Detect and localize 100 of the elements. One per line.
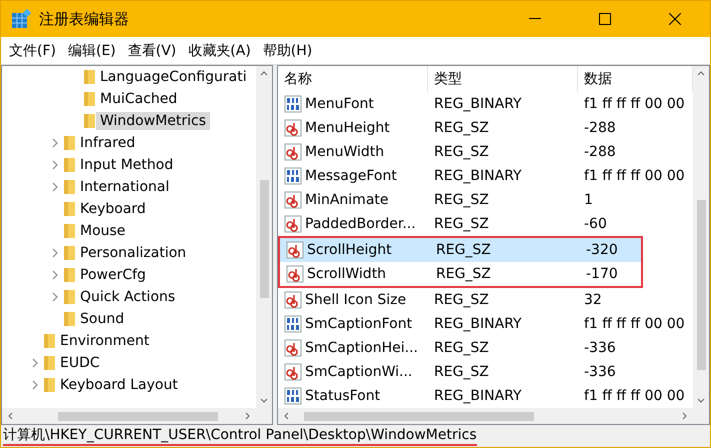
folder-icon bbox=[62, 157, 76, 173]
string-value-icon bbox=[286, 265, 304, 283]
string-value-icon bbox=[286, 241, 304, 259]
tree-item[interactable]: MuiCached bbox=[96, 90, 182, 108]
binary-value-icon bbox=[284, 95, 302, 113]
registry-value-row[interactable]: ScrollWidth REG_SZ -170 bbox=[280, 262, 641, 286]
registry-value-row[interactable]: PaddedBorder... REG_SZ -60 bbox=[278, 212, 693, 236]
value-name: ScrollWidth bbox=[280, 265, 430, 283]
registry-value-row[interactable]: SmCaptionFont REG_BINARY f1 ff ff ff 00 00 bbox=[278, 312, 693, 336]
string-value-icon bbox=[284, 363, 302, 381]
value-name: MessageFont bbox=[278, 167, 428, 185]
menu-item[interactable]: 文件(F) bbox=[5, 42, 64, 60]
tree-item[interactable]: Keyboard Layout bbox=[56, 376, 182, 394]
chevron-icon[interactable] bbox=[51, 248, 59, 258]
value-data: -170 bbox=[585, 266, 619, 282]
value-data: 1 bbox=[583, 192, 594, 208]
menu-item[interactable]: 收藏夹(A) bbox=[184, 42, 259, 60]
tree-item[interactable]: Infrared bbox=[76, 134, 140, 152]
tree-item[interactable]: WindowMetrics bbox=[96, 112, 210, 130]
value-data: -336 bbox=[583, 364, 617, 380]
maximize-icon bbox=[599, 13, 611, 25]
chevron-icon[interactable] bbox=[51, 138, 59, 148]
chevron-icon[interactable] bbox=[51, 182, 59, 192]
chevron-icon[interactable] bbox=[31, 380, 39, 390]
string-value-icon bbox=[284, 339, 302, 357]
scroll-thumb[interactable] bbox=[260, 180, 268, 298]
vertical-scrollbar[interactable] bbox=[693, 66, 709, 408]
value-name: ScrollHeight bbox=[280, 241, 430, 259]
value-name: MenuWidth bbox=[278, 143, 428, 161]
registry-value-row[interactable]: MenuFont REG_BINARY f1 ff ff ff 00 00 bbox=[278, 92, 693, 116]
tree-item[interactable]: Personalization bbox=[76, 244, 190, 262]
registry-value-row[interactable]: SmCaptionWi... REG_SZ -336 bbox=[278, 360, 693, 384]
value-type: REG_SZ bbox=[433, 340, 490, 356]
folder-icon bbox=[42, 333, 56, 349]
value-name: SmCaptionFont bbox=[278, 315, 428, 333]
registry-value-row[interactable]: StatusFont REG_BINARY f1 ff ff ff 00 00 bbox=[278, 384, 693, 408]
value-type: REG_SZ bbox=[435, 266, 492, 282]
minimize-icon bbox=[529, 18, 541, 20]
registry-value-row[interactable]: MinAnimate REG_SZ 1 bbox=[278, 188, 693, 212]
value-data: -320 bbox=[585, 242, 619, 258]
registry-value-row[interactable]: MessageFont REG_BINARY f1 ff ff ff 00 00 bbox=[278, 164, 693, 188]
registry-value-row[interactable]: ScrollHeight REG_SZ -320 bbox=[280, 238, 641, 262]
value-data: f1 ff ff ff 00 00 bbox=[583, 388, 686, 404]
value-data: -60 bbox=[583, 216, 608, 232]
tree-item[interactable]: Sound bbox=[76, 310, 128, 328]
scroll-thumb[interactable] bbox=[304, 412, 534, 420]
value-type: REG_BINARY bbox=[433, 316, 523, 332]
folder-icon bbox=[42, 377, 56, 393]
value-type: REG_SZ bbox=[433, 364, 490, 380]
folder-icon bbox=[62, 223, 76, 239]
string-value-icon bbox=[284, 191, 302, 209]
menu-item[interactable]: 帮助(H) bbox=[258, 42, 320, 60]
tree-item[interactable]: PowerCfg bbox=[76, 266, 150, 284]
value-data: 32 bbox=[583, 292, 603, 308]
folder-icon bbox=[82, 113, 96, 129]
tree-item[interactable]: Environment bbox=[56, 332, 154, 350]
folder-icon bbox=[62, 201, 76, 217]
menu-item[interactable]: 查看(V) bbox=[124, 42, 184, 60]
chevron-icon[interactable] bbox=[31, 358, 39, 368]
string-value-icon bbox=[284, 143, 302, 161]
tree-item[interactable]: Mouse bbox=[76, 222, 130, 240]
horizontal-scrollbar[interactable] bbox=[278, 408, 709, 424]
value-data: f1 ff ff ff 00 00 bbox=[583, 316, 686, 332]
column-header[interactable]: 名称 bbox=[278, 66, 428, 92]
folder-icon bbox=[62, 179, 76, 195]
tree-item[interactable]: Keyboard bbox=[76, 200, 150, 218]
value-data: -336 bbox=[583, 340, 617, 356]
registry-value-row[interactable]: MenuWidth REG_SZ -288 bbox=[278, 140, 693, 164]
folder-icon bbox=[62, 311, 76, 327]
folder-icon bbox=[62, 135, 76, 151]
string-value-icon bbox=[284, 119, 302, 137]
chevron-icon[interactable] bbox=[51, 270, 59, 280]
folder-icon bbox=[82, 91, 96, 107]
tree-item[interactable]: International bbox=[76, 178, 174, 196]
scroll-thumb[interactable] bbox=[696, 200, 706, 370]
chevron-icon[interactable] bbox=[51, 292, 59, 302]
value-type: REG_SZ bbox=[433, 192, 490, 208]
value-name: MenuHeight bbox=[278, 119, 428, 137]
tree-item[interactable]: Input Method bbox=[76, 156, 178, 174]
horizontal-scrollbar[interactable] bbox=[2, 408, 272, 424]
column-header[interactable]: 类型 bbox=[428, 66, 578, 92]
registry-value-row[interactable]: MenuHeight REG_SZ -288 bbox=[278, 116, 693, 140]
menu-item[interactable]: 编辑(E) bbox=[64, 42, 124, 60]
binary-value-icon bbox=[284, 387, 302, 405]
value-name: PaddedBorder... bbox=[278, 215, 428, 233]
chevron-icon[interactable] bbox=[51, 160, 59, 170]
value-name: StatusFont bbox=[278, 387, 428, 405]
vertical-scrollbar[interactable] bbox=[256, 66, 272, 408]
value-type: REG_BINARY bbox=[433, 388, 523, 404]
tree-item[interactable]: LanguageConfigurati bbox=[96, 68, 251, 86]
tree-item[interactable]: Quick Actions bbox=[76, 288, 180, 306]
scroll-thumb[interactable] bbox=[58, 412, 218, 420]
value-name: MinAnimate bbox=[278, 191, 428, 209]
value-type: REG_BINARY bbox=[433, 96, 523, 112]
registry-value-row[interactable]: Shell Icon Size REG_SZ 32 bbox=[278, 288, 693, 312]
tree-item[interactable]: EUDC bbox=[56, 354, 104, 372]
registry-value-row[interactable]: SmCaptionHei... REG_SZ -336 bbox=[278, 336, 693, 360]
folder-icon bbox=[42, 355, 56, 371]
value-data: f1 ff ff ff 00 00 bbox=[583, 96, 686, 112]
value-data: f1 ff ff ff 00 00 bbox=[583, 168, 686, 184]
